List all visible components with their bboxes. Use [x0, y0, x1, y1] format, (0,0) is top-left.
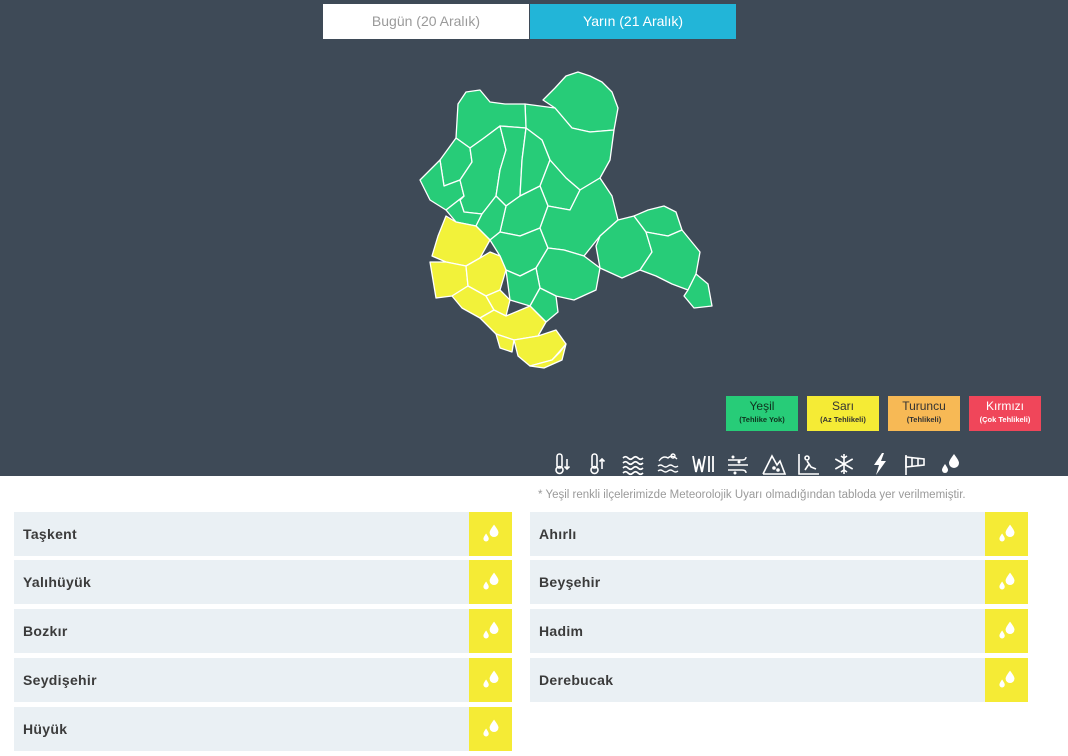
raindrops-icon	[999, 621, 1015, 639]
raindrops-icon	[999, 670, 1015, 688]
warning-cell[interactable]	[469, 512, 512, 556]
legend-green-desc: (Tehlike Yok)	[739, 415, 785, 424]
warning-cell[interactable]	[469, 707, 512, 751]
legend-orange: Turuncu (Tehlikeli)	[888, 396, 960, 431]
warning-cell[interactable]	[985, 560, 1028, 604]
district-row[interactable]: Beyşehir	[530, 560, 1028, 604]
warning-cell[interactable]	[469, 658, 512, 702]
district-name: Hüyük	[23, 721, 68, 737]
legend-red-name: Kırmızı	[986, 399, 1024, 413]
legend-green: Yeşil (Tehlike Yok)	[726, 396, 798, 431]
legend-yellow-desc: (Az Tehlikeli)	[820, 415, 866, 424]
warning-legend: Yeşil (Tehlike Yok) Sarı (Az Tehlikeli) …	[726, 396, 1041, 431]
district-ereğli[interactable]	[639, 229, 701, 291]
district-name: Hadim	[539, 623, 584, 639]
legend-yellow-name: Sarı	[831, 399, 854, 413]
district-row[interactable]: Taşkent	[14, 512, 512, 556]
district-name: Bozkır	[23, 623, 68, 639]
warning-cell[interactable]	[985, 512, 1028, 556]
cold-thermometer-icon[interactable]	[549, 451, 575, 477]
lightning-icon[interactable]	[867, 451, 893, 477]
district-name: Beyşehir	[539, 574, 601, 590]
raindrops-icon	[483, 670, 499, 688]
hazard-icon-bar	[549, 451, 973, 477]
raindrops-icon	[999, 524, 1015, 542]
raindrops-icon	[483, 572, 499, 590]
warning-cell[interactable]	[469, 609, 512, 653]
warning-cell[interactable]	[985, 609, 1028, 653]
snow-melt-icon[interactable]	[655, 451, 681, 477]
legend-yellow: Sarı (Az Tehlikeli)	[807, 396, 879, 431]
fog-icon[interactable]	[620, 451, 646, 477]
district-name: Taşkent	[23, 526, 77, 542]
raindrops-icon	[483, 621, 499, 639]
legend-orange-desc: (Tehlikeli)	[906, 415, 942, 424]
raindrops-icon	[483, 719, 499, 737]
legend-green-name: Yeşil	[749, 399, 775, 413]
district-row[interactable]: Yalıhüyük	[14, 560, 512, 604]
no-warning-note: * Yeşil renkli ilçelerimizde Meteoroloji…	[538, 489, 966, 501]
avalanche-icon[interactable]	[761, 451, 787, 477]
hot-thermometer-icon[interactable]	[584, 451, 610, 477]
slippery-icon[interactable]	[796, 451, 822, 477]
district-name: Derebucak	[539, 672, 614, 688]
legend-red: Kırmızı (Çok Tehlikeli)	[969, 396, 1041, 431]
raindrops-icon	[999, 572, 1015, 590]
district-name: Seydişehir	[23, 672, 97, 688]
district-row[interactable]: Hüyük	[14, 707, 512, 751]
district-row[interactable]: Ahırlı	[530, 512, 1028, 556]
wind-icon[interactable]	[902, 451, 928, 477]
district-row[interactable]: Derebucak	[530, 658, 1028, 702]
district-row[interactable]: Bozkır	[14, 609, 512, 653]
district-name: Yalıhüyük	[23, 574, 92, 590]
district-name: Ahırlı	[539, 526, 577, 542]
district-row[interactable]: Hadim	[530, 609, 1028, 653]
map-panel: Bugün (20 Aralık) Yarın (21 Aralık) Yeşi…	[0, 0, 1068, 476]
raindrops-icon	[483, 524, 499, 542]
legend-red-desc: (Çok Tehlikeli)	[979, 415, 1031, 424]
snowflake-icon[interactable]	[831, 451, 857, 477]
raindrops-icon[interactable]	[937, 451, 963, 477]
warning-cell[interactable]	[985, 658, 1028, 702]
legend-orange-name: Turuncu	[902, 399, 946, 413]
warning-cell[interactable]	[469, 560, 512, 604]
rain-icon[interactable]	[690, 451, 716, 477]
district-row[interactable]: Seydişehir	[14, 658, 512, 702]
dust-icon[interactable]	[725, 451, 751, 477]
